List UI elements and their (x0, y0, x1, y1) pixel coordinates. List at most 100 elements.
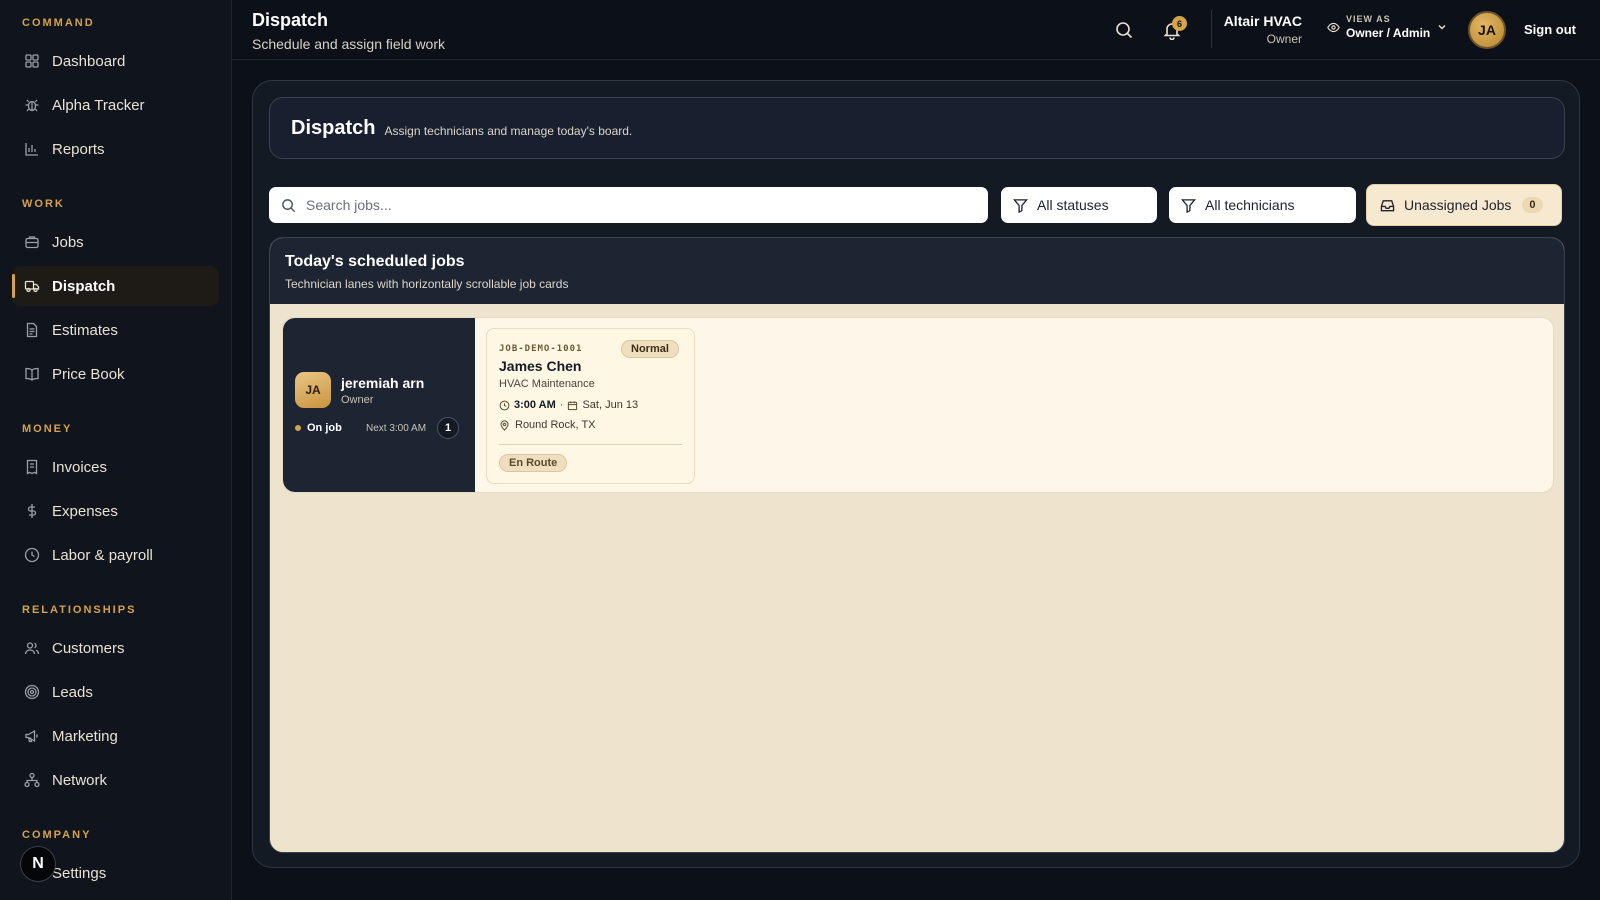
notification-count-badge: 6 (1172, 16, 1187, 31)
technician-status: On job (295, 422, 342, 434)
filter-icon (1181, 198, 1196, 213)
status-filter-value: All statuses (1037, 197, 1109, 213)
technician-lane: JA jeremiah arn Owner On job Next 3:00 A… (282, 317, 1554, 493)
page-subtitle: Schedule and assign field work (252, 36, 446, 52)
job-separator: · (559, 399, 564, 411)
technician-name: jeremiah arn (341, 375, 425, 391)
sidebar-item-alpha-tracker[interactable]: Alpha Tracker (12, 85, 219, 125)
section-work: WORK (22, 198, 65, 210)
bar-chart-icon (25, 143, 38, 156)
status-filter[interactable]: All statuses (1001, 187, 1157, 223)
job-card[interactable]: JOB-DEMO-1001 Normal James Chen HVAC Mai… (486, 328, 695, 484)
sidebar: COMMAND Dashboard Alpha Tracker Reports … (0, 0, 232, 900)
sidebar-item-label: Network (52, 771, 108, 789)
clock-icon (24, 547, 40, 563)
job-status-badge: En Route (499, 454, 568, 472)
book-icon (25, 367, 39, 381)
board-subtitle: Technician lanes with horizontally scrol… (285, 277, 569, 291)
briefcase-icon (25, 236, 39, 249)
clock-icon (499, 400, 510, 410)
sidebar-item-label: Dashboard (52, 52, 126, 70)
job-time: 3:00 AM (514, 399, 556, 411)
board-title: Today's scheduled jobs (285, 253, 465, 270)
calendar-icon (568, 400, 578, 410)
job-location: Round Rock, TX (499, 419, 596, 431)
board-header: Today's scheduled jobs Technician lanes … (270, 238, 1564, 304)
sidebar-item-reports[interactable]: Reports (12, 129, 219, 169)
section-command: COMMAND (22, 17, 95, 29)
topbar: Dispatch Schedule and assign field work … (232, 0, 1600, 60)
priority-badge: Normal (621, 340, 679, 358)
job-customer-name: James Chen (499, 358, 582, 374)
filter-icon (1013, 198, 1028, 213)
megaphone-icon (25, 729, 38, 743)
page-title: Dispatch (252, 10, 329, 30)
invoice-icon (26, 459, 38, 475)
search-input[interactable]: Search jobs... (269, 187, 988, 223)
inbox-icon (1380, 199, 1395, 211)
truck-icon (24, 280, 40, 293)
sidebar-item-label: Expenses (52, 502, 118, 520)
sidebar-item-dispatch[interactable]: Dispatch (12, 266, 219, 306)
eye-icon (1327, 22, 1340, 32)
unassigned-jobs-button[interactable]: Unassigned Jobs 0 (1366, 184, 1562, 226)
dispatch-heading: Dispatch (291, 116, 376, 139)
sidebar-item-jobs[interactable]: Jobs (12, 222, 219, 262)
company-info: Altair HVAC Owner (1224, 13, 1302, 46)
document-icon (26, 322, 38, 338)
sidebar-item-customers[interactable]: Customers (12, 628, 219, 668)
sidebar-item-label: Marketing (52, 727, 118, 745)
status-dot-icon (295, 425, 301, 431)
sidebar-item-label: Dispatch (52, 277, 116, 295)
search-placeholder: Search jobs... (306, 197, 392, 213)
sidebar-item-labor-payroll[interactable]: Labor & payroll (12, 535, 219, 575)
chevron-down-icon (1438, 25, 1446, 30)
n-badge[interactable]: N (20, 846, 56, 882)
technician-job-count: 1 (437, 417, 459, 439)
sidebar-item-label: Invoices (52, 458, 108, 476)
grid-icon (25, 54, 39, 68)
sidebar-item-expenses[interactable]: Expenses (12, 491, 219, 531)
sign-out-button[interactable]: Sign out (1524, 22, 1576, 37)
sidebar-item-label: Price Book (52, 365, 125, 383)
unassigned-jobs-label: Unassigned Jobs (1404, 197, 1512, 213)
topbar-divider (1211, 10, 1212, 48)
sidebar-item-label: Reports (52, 140, 105, 158)
view-as-label: VIEW AS (1346, 14, 1391, 24)
sidebar-item-price-book[interactable]: Price Book (12, 354, 219, 394)
search-icon (282, 198, 296, 212)
job-type: HVAC Maintenance (499, 378, 595, 390)
avatar[interactable]: JA (1468, 11, 1506, 49)
company-name: Altair HVAC (1223, 13, 1302, 29)
job-schedule: 3:00 AM · Sat, Jun 13 (499, 399, 638, 411)
view-as-dropdown[interactable]: VIEW AS Owner / Admin (1327, 14, 1448, 40)
section-money: MONEY (22, 423, 73, 435)
technician-card[interactable]: JA jeremiah arn Owner On job Next 3:00 A… (283, 318, 475, 492)
section-relationships: RELATIONSHIPS (22, 604, 137, 616)
technician-avatar: JA (295, 372, 331, 408)
sidebar-item-label: Alpha Tracker (52, 96, 145, 114)
technician-filter-value: All technicians (1205, 197, 1295, 213)
unassigned-jobs-count: 0 (1522, 197, 1543, 213)
technician-next-job: Next 3:00 AM (366, 423, 427, 434)
technician-filter[interactable]: All technicians (1169, 187, 1356, 223)
dispatch-description: Assign technicians and manage today's bo… (384, 123, 633, 138)
job-id: JOB-DEMO-1001 (499, 344, 583, 354)
sidebar-item-dashboard[interactable]: Dashboard (12, 41, 219, 81)
users-icon (24, 642, 40, 655)
dispatch-header-card: Dispatch Assign technicians and manage t… (269, 97, 1565, 159)
dollar-icon (27, 504, 37, 518)
sidebar-item-label: Jobs (52, 233, 84, 251)
sidebar-item-network[interactable]: Network (12, 760, 219, 800)
target-icon (24, 684, 40, 700)
sidebar-item-estimates[interactable]: Estimates (12, 310, 219, 350)
technician-status-text: On job (307, 422, 342, 434)
search-icon[interactable] (1114, 20, 1134, 40)
map-pin-icon (500, 419, 509, 431)
job-card-divider (499, 444, 682, 445)
sidebar-item-marketing[interactable]: Marketing (12, 716, 219, 756)
view-as-value: Owner / Admin (1346, 26, 1431, 40)
sidebar-item-label: Labor & payroll (52, 546, 153, 564)
sidebar-item-invoices[interactable]: Invoices (12, 447, 219, 487)
sidebar-item-leads[interactable]: Leads (12, 672, 219, 712)
